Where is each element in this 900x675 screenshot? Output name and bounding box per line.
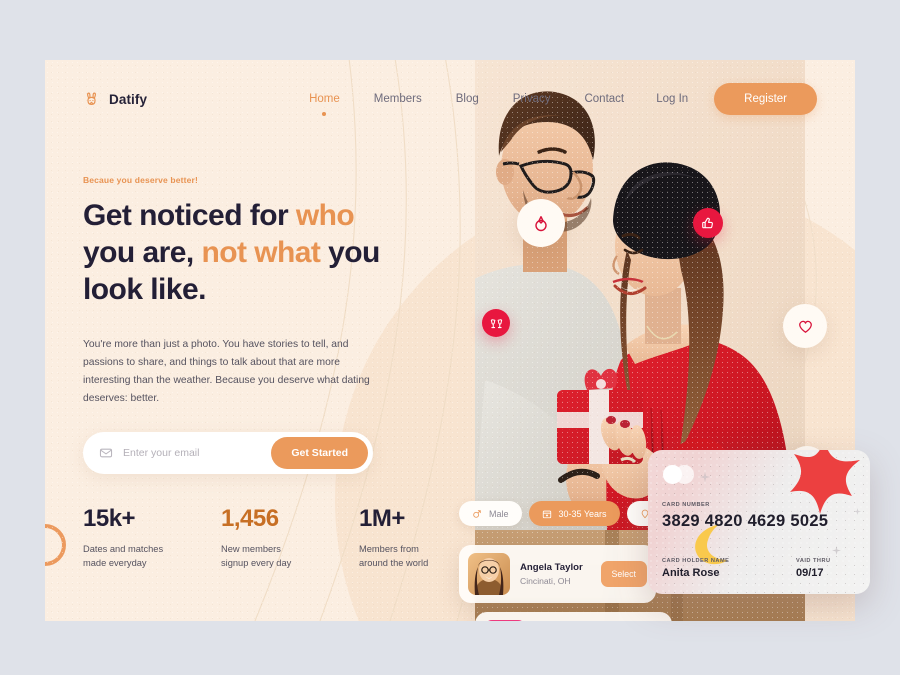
avatar bbox=[468, 553, 510, 595]
filter-label: Male bbox=[489, 508, 509, 519]
avatar bbox=[484, 620, 526, 621]
credit-card[interactable]: CARD NUMBER 3829 4820 4629 5025 CARD HOL… bbox=[648, 450, 870, 594]
card-number-label: CARD NUMBER bbox=[662, 502, 710, 508]
nav-actions: Log In Register bbox=[656, 83, 817, 115]
stat-label: New members signup every day bbox=[221, 542, 317, 571]
sparkle-icon bbox=[832, 546, 841, 555]
nav-link-blog[interactable]: Blog bbox=[456, 93, 479, 105]
cheers-drinks-icon bbox=[490, 318, 502, 328]
stat-label-line1: New members bbox=[221, 544, 281, 554]
card-number-value: 3829 4820 4629 5025 bbox=[662, 512, 829, 530]
sparkle-icon bbox=[854, 508, 861, 515]
select-button[interactable]: Select bbox=[600, 561, 647, 587]
headline-highlight-2: not what bbox=[201, 235, 321, 269]
card-expiry-label: VAID THRU bbox=[796, 558, 831, 564]
email-input[interactable] bbox=[123, 446, 272, 459]
filter-label: 30-35 Years bbox=[558, 508, 607, 519]
profile-info: Angela Taylor Cincinati, OH bbox=[520, 562, 601, 586]
thumbs-up-badge[interactable] bbox=[693, 208, 723, 238]
stat-value: 1M+ bbox=[359, 505, 405, 532]
get-started-button[interactable]: Get Started bbox=[271, 436, 368, 469]
stat-label: Dates and matches made everyday bbox=[83, 542, 179, 571]
envelope-icon bbox=[99, 448, 113, 458]
headline-highlight-1: who bbox=[295, 199, 355, 232]
stats-row: 15k+ Dates and matches made everyday 1,4… bbox=[83, 505, 455, 571]
heart-badge[interactable] bbox=[783, 304, 827, 348]
hero-content: Becaue you deserve better! Get noticed f… bbox=[83, 175, 413, 474]
engagement-ring-badge[interactable] bbox=[517, 199, 565, 247]
profile-card[interactable]: Mike Johnson NY City, NY Select bbox=[475, 612, 672, 621]
email-signup-form: Get Started bbox=[83, 431, 373, 474]
register-button[interactable]: Register bbox=[714, 83, 817, 115]
rabbit-icon bbox=[87, 92, 96, 105]
card-holder-value: Anita Rose bbox=[662, 567, 720, 579]
card-holder-label: CARD HOLDER NAME bbox=[662, 558, 730, 564]
nav-link-members[interactable]: Members bbox=[374, 93, 422, 105]
hero-paragraph: You're more than just a photo. You have … bbox=[83, 338, 370, 404]
stat-label-line1: Members from bbox=[359, 544, 419, 554]
filter-pill-gender[interactable]: Male bbox=[459, 501, 522, 526]
filter-pill-age[interactable]: 30-35 Years bbox=[528, 501, 620, 526]
decorative-ring bbox=[45, 524, 66, 566]
stat-value: 15k+ bbox=[83, 505, 136, 532]
engagement-ring-icon bbox=[535, 216, 547, 232]
page-title: Get noticed for who you are, not what yo… bbox=[83, 198, 413, 309]
nav-links: Home Members Blog Privacy Contact bbox=[309, 93, 624, 105]
headline-part-2: you are, bbox=[83, 235, 202, 269]
stat-label-line1: Dates and matches bbox=[83, 544, 164, 554]
stat-item: 15k+ Dates and matches made everyday bbox=[83, 505, 179, 571]
navbar: Datify Home Members Blog Privacy Contact… bbox=[45, 60, 855, 138]
cheers-drinks-badge[interactable] bbox=[482, 309, 510, 337]
brand-name: Datify bbox=[109, 91, 148, 107]
card-chip-circles bbox=[663, 465, 694, 484]
nav-link-privacy[interactable]: Privacy bbox=[513, 93, 551, 105]
hero-eyebrow: Becaue you deserve better! bbox=[83, 175, 198, 185]
nav-link-home[interactable]: Home bbox=[309, 93, 340, 105]
profile-name: Angela Taylor bbox=[520, 562, 583, 573]
stat-label-line2: made everyday bbox=[83, 558, 147, 569]
calendar-icon bbox=[542, 510, 551, 518]
thumbs-up-icon bbox=[702, 217, 713, 229]
stat-item: 1,456 New members signup every day bbox=[221, 505, 317, 571]
stat-label: Members from around the world bbox=[359, 542, 455, 571]
stat-label-line2: around the world bbox=[359, 558, 429, 569]
stat-label-line2: signup every day bbox=[221, 558, 292, 569]
profile-location: Cincinati, OH bbox=[520, 576, 571, 586]
nav-link-contact[interactable]: Contact bbox=[584, 93, 624, 105]
male-gender-icon bbox=[473, 509, 481, 518]
heart-icon bbox=[798, 320, 812, 333]
sparkle-icon bbox=[700, 472, 710, 482]
stat-value: 1,456 bbox=[221, 505, 279, 532]
headline-part-1: Get noticed for bbox=[83, 199, 296, 232]
card-expiry-value: 09/17 bbox=[796, 567, 824, 579]
profile-card[interactable]: Angela Taylor Cincinati, OH Select bbox=[459, 545, 656, 603]
brand-logo[interactable]: Datify bbox=[83, 91, 147, 108]
login-link[interactable]: Log In bbox=[656, 93, 688, 105]
stat-item: 1M+ Members from around the world bbox=[359, 505, 455, 571]
